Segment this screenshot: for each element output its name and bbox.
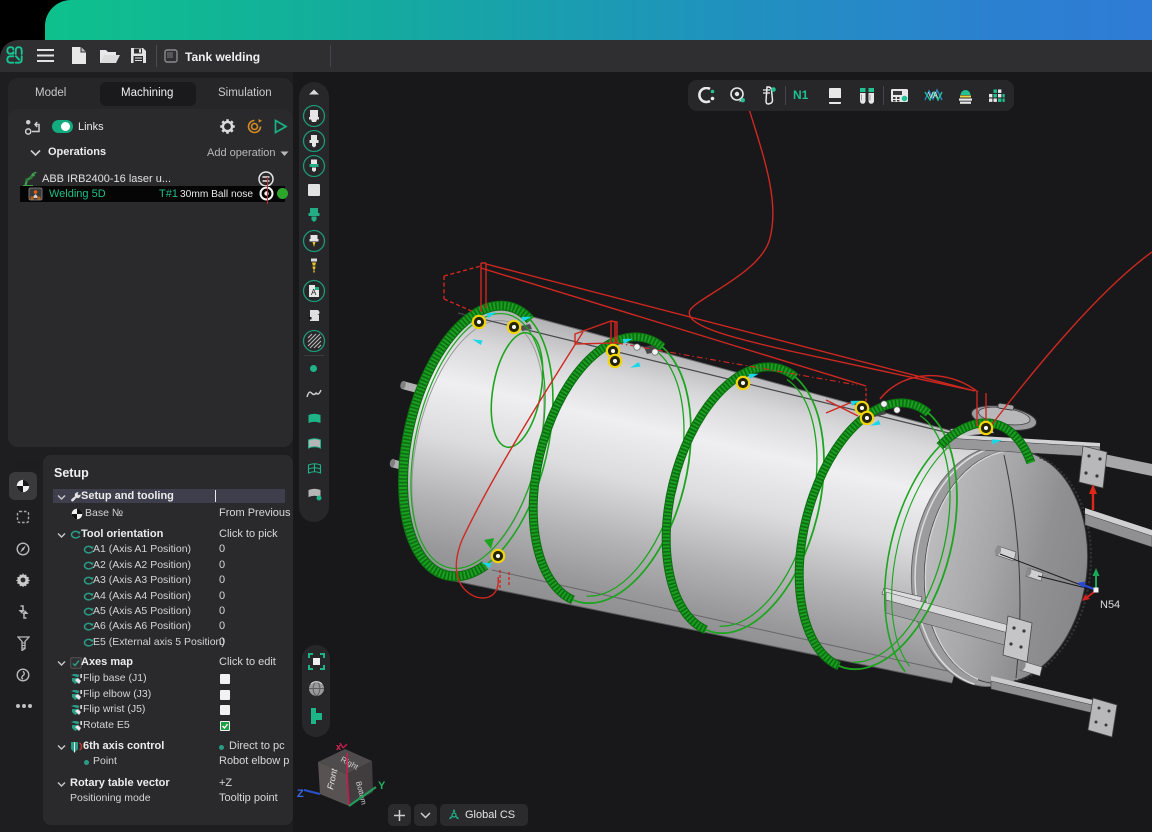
svg-text:Z: Z [297,788,304,800]
svg-text:Y: Y [378,780,386,792]
svg-text:A: A [311,288,317,297]
svg-text:x: x [336,742,341,752]
svg-text:N54: N54 [1100,599,1120,611]
svg-text:VA: VA [928,91,939,100]
